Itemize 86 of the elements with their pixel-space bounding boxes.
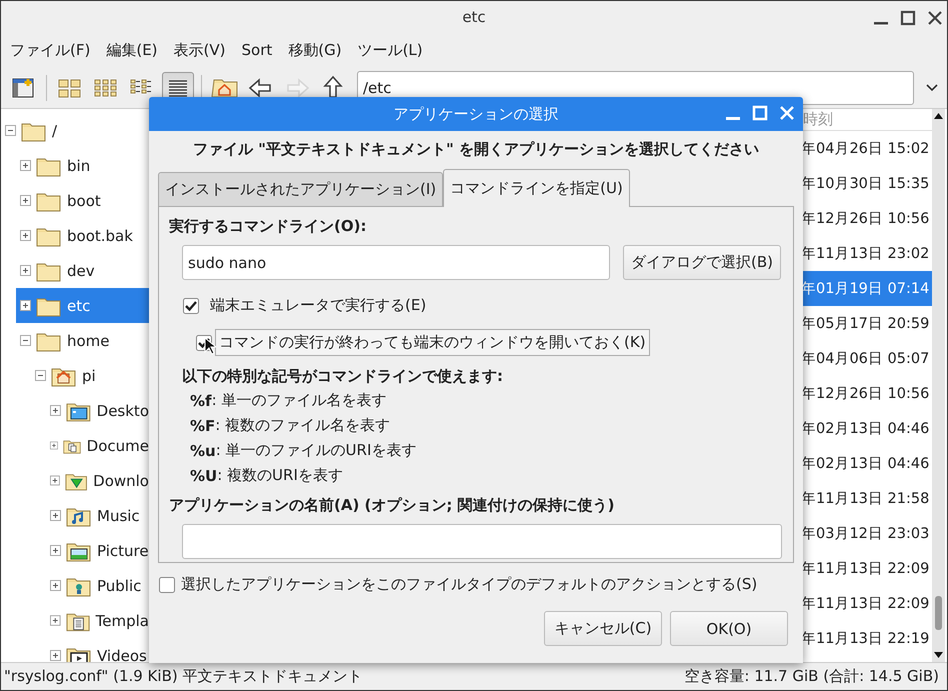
checkbox[interactable] [159,576,175,592]
menu-item[interactable]: 表示(V) [174,40,226,60]
dropdown-caret-icon[interactable] [926,84,938,92]
tree-item[interactable]: bin [16,148,149,183]
tree-item[interactable]: Templa [46,603,149,638]
checkbox[interactable] [183,298,199,314]
expander-icon[interactable] [20,335,31,346]
menu-item[interactable]: 移動(G) [288,40,342,60]
input-field[interactable] [182,524,782,559]
menu-item[interactable]: Sort [242,41,272,59]
tree-item[interactable]: pi [31,358,149,393]
expander-icon[interactable] [50,405,61,416]
cancel-button[interactable]: キャンセル(C) [544,611,662,646]
expander-icon[interactable] [50,545,61,556]
tree-item[interactable]: Videos [46,638,149,662]
tree-label: Templa [96,612,149,630]
tree-label: Docume [86,436,149,454]
tree-item[interactable]: Deskto [46,393,149,428]
expander-icon[interactable] [50,650,61,661]
field-label: 実行するコマンドライン(O): [169,217,368,236]
maximize-icon[interactable] [900,10,916,26]
expander-icon[interactable] [20,230,31,241]
expander-icon[interactable] [50,440,58,451]
expander-icon[interactable] [50,580,61,591]
code-description: %f: 単一のファイル名を表す [190,390,388,412]
tree-item[interactable]: Public [46,568,149,603]
scroll-thumb[interactable] [935,596,942,630]
tree-label: Videos [97,646,147,662]
tree-label: Downlo [93,472,149,490]
tree-label: etc [67,296,90,314]
tree-label: boot.bak [67,226,133,244]
tree-label: Music [97,506,140,524]
cursor-icon [204,337,216,355]
tree-item[interactable]: home [16,323,149,358]
status-text: "rsyslog.conf" (1.9 KiB) 平文テキストドキュメント [4,667,362,686]
dialog-title: アプリケーションの選択 [394,104,558,124]
tree-label: Public [97,576,142,594]
tree-item[interactable]: / [1,113,149,148]
expander-icon[interactable] [20,300,31,311]
expander-icon[interactable] [35,370,46,381]
tree-label: / [52,122,58,140]
tree-label: boot [67,192,101,210]
expander-icon[interactable] [50,475,60,486]
close-icon[interactable] [927,10,943,26]
window-title: etc [462,8,486,26]
tree-item[interactable]: Downlo [46,463,149,498]
tree-label: Picture [97,542,149,560]
menu-item[interactable]: ファイル(F) [10,40,90,60]
code-description: %F: 複数のファイル名を表す [190,415,392,436]
tree-item[interactable]: dev [16,253,149,288]
tree-item[interactable]: etc [16,288,149,323]
tree-item[interactable]: Music [46,498,149,533]
tab[interactable]: インストールされたアプリケーション(I) [158,172,444,206]
section-heading: 以下の特別な記号がコマンドラインで使えます: [182,366,504,386]
code-description: %U: 複数のURIを表す [190,465,344,486]
expander-icon[interactable] [50,510,61,521]
menu-item[interactable]: ツール(L) [358,40,423,60]
expander-icon[interactable] [20,160,31,171]
menu-item[interactable]: 編集(E) [106,40,158,60]
tree-label: Deskto [96,402,149,420]
tree-label: home [67,332,110,350]
status-text: 空き容量: 11.7 GiB (合計: 14.5 GiB) [684,667,939,686]
expander-icon[interactable] [20,195,31,206]
tree-item[interactable]: boot.bak [16,218,149,253]
tree-item[interactable]: Docume [46,428,149,463]
scroll-down-icon[interactable] [934,652,943,658]
scroll-up-icon[interactable] [934,113,943,119]
checkbox-label[interactable]: 端末エミュレータで実行する(E) [206,292,430,319]
tree-item[interactable]: Picture [46,533,149,568]
expander-icon[interactable] [5,125,16,136]
checkbox-label[interactable]: 選択したアプリケーションをこのファイルタイプのデフォルトのアクションとする(S) [181,575,758,594]
scrollbar[interactable] [932,109,945,662]
field-label: アプリケーションの名前(A) (オプション; 関連付けの保持に使う) [169,496,616,515]
tree-label: bin [67,156,90,174]
code-description: %u: 単一のファイルのURIを表す [190,440,418,462]
tree-label: pi [82,366,96,384]
tab[interactable]: コマンドラインを指定(U) [443,169,630,207]
expander-icon[interactable] [50,615,61,626]
tree-label: dev [67,262,95,280]
expander-icon[interactable] [20,265,31,276]
ok-button[interactable]: OK(O) [670,611,788,646]
dialog-heading: ファイル "平文テキストドキュメント" を開くアプリケーションを選択してください [192,139,760,160]
command-field[interactable]: sudo nano [182,245,610,280]
checkbox-label[interactable]: コマンドの実行が終わっても端末のウィンドウを開いておく(K) [215,329,650,356]
tree-item[interactable]: boot [16,183,149,218]
browse-button[interactable]: ダイアログで選択(B) [623,245,781,280]
